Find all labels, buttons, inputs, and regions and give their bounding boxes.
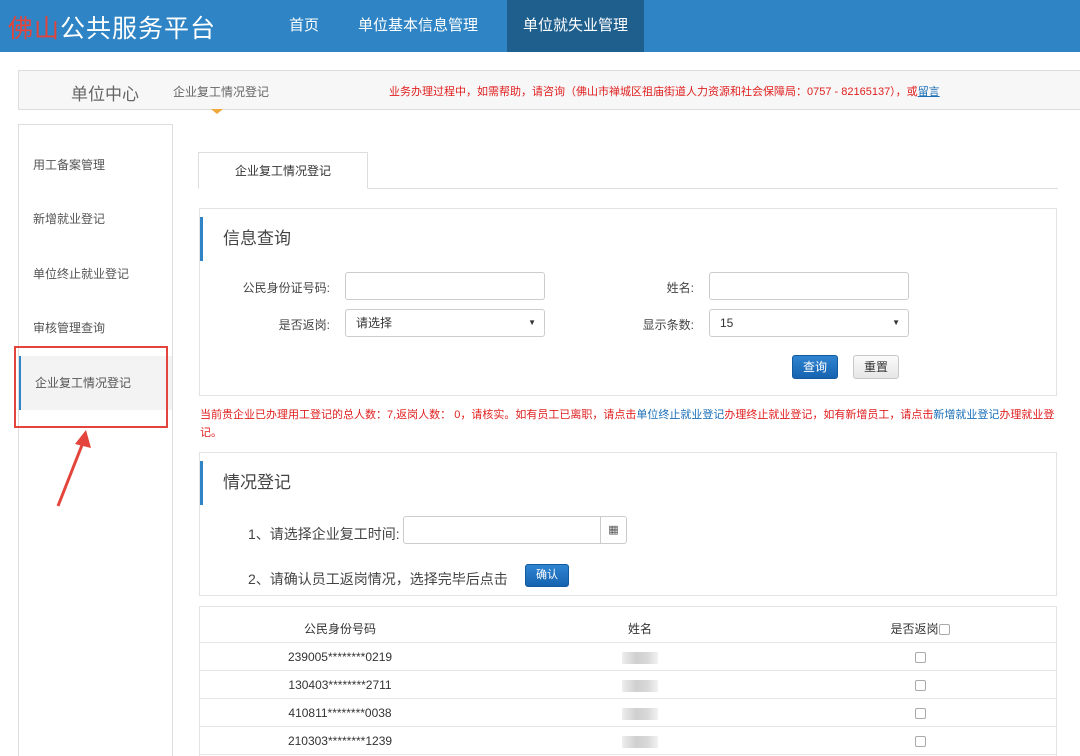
annotation-arrow-icon bbox=[56, 430, 91, 507]
dropdown-caret-icon: ▼ bbox=[892, 318, 900, 327]
employee-table: 公民身份号码 姓名 是否返岗 239005********0219 130403… bbox=[199, 606, 1057, 756]
redacted-name-image bbox=[622, 679, 658, 692]
table-row: 410811********0038 bbox=[200, 699, 1056, 727]
rows-per-page-label: 显示条数: bbox=[642, 318, 694, 332]
query-panel-title: 信息查询 bbox=[200, 217, 291, 261]
cell-returned bbox=[820, 643, 1020, 671]
help-notice-text: 业务办理过程中，如需帮助，请咨询（佛山市禅城区祖庙街道人力资源和社会保障局：07… bbox=[389, 86, 918, 98]
cell-id-number: 130403********2711 bbox=[288, 678, 392, 692]
name-input[interactable] bbox=[709, 272, 909, 300]
notice-text-2: 办理终止就业登记，如有新增员工，请点击 bbox=[724, 409, 934, 421]
calendar-icon[interactable]: ▦ bbox=[600, 517, 626, 543]
redacted-name-image bbox=[622, 735, 658, 748]
column-header-id: 公民身份号码 bbox=[303, 622, 376, 636]
sidebar-item-new-employment[interactable]: 新增就业登记 bbox=[19, 192, 172, 246]
query-panel: 信息查询 公民身份证号码: 姓名: 是否返岗: 请选择 ▼ 显示条数: 15 ▼… bbox=[199, 208, 1057, 396]
table-header-row: 公民身份号码 姓名 是否返岗 bbox=[200, 615, 1056, 643]
returned-checkbox[interactable] bbox=[914, 680, 926, 692]
help-notice: 业务办理过程中，如需帮助，请咨询（佛山市禅城区祖庙街道人力资源和社会保障局：07… bbox=[389, 83, 940, 99]
return-status-selected: 请选择 bbox=[356, 316, 393, 330]
page-section-title: 单位中心 bbox=[71, 85, 139, 104]
column-header-returned: 是否返岗 bbox=[820, 615, 1020, 643]
rows-per-page-select[interactable]: 15 ▼ bbox=[709, 309, 909, 337]
column-header-returned-label: 是否返岗 bbox=[890, 622, 939, 636]
step-2-label: 2、请确认员工返岗情况，选择完毕后点击 bbox=[248, 571, 508, 587]
return-status-select[interactable]: 请选择 ▼ bbox=[345, 309, 545, 337]
sidebar-item-employment-filing[interactable]: 用工备案管理 bbox=[19, 138, 172, 192]
redacted-name-image bbox=[622, 707, 658, 720]
table-row: 210303********1239 bbox=[200, 727, 1056, 755]
returned-checkbox[interactable] bbox=[914, 708, 926, 720]
nav-item-unit-info[interactable]: 单位基本信息管理 bbox=[342, 0, 494, 52]
sidebar-item-terminate-employment[interactable]: 单位终止就业登记 bbox=[19, 247, 172, 301]
table-row: 130403********2711 bbox=[200, 671, 1056, 699]
site-logo[interactable]: 佛山公共服务平台 bbox=[8, 9, 216, 45]
registration-panel: 情况登记 1、请选择企业复工时间: 2、请确认员工返岗情况，选择完毕后点击 确认 bbox=[199, 452, 1057, 596]
logo-text: 公共服务平台 bbox=[60, 15, 217, 43]
cell-returned bbox=[820, 727, 1020, 755]
header-strip: 单位中心 企业复工情况登记 业务办理过程中，如需帮助，请咨询（佛山市禅城区祖庙街… bbox=[18, 70, 1080, 114]
cell-name-redacted bbox=[540, 699, 740, 727]
table-row: 239005********0219 bbox=[200, 643, 1056, 671]
cell-id-number: 410811********0038 bbox=[288, 706, 392, 720]
annotation-highlight-box bbox=[14, 346, 168, 428]
leave-message-link[interactable]: 留言 bbox=[918, 86, 940, 98]
employee-count-notice: 当前贵企业已办理用工登记的总人数：7,返岗人数： 0，请核实。如有员工已离职，请… bbox=[200, 406, 1058, 442]
breadcrumb[interactable]: 企业复工情况登记 bbox=[173, 83, 269, 100]
new-employment-link[interactable]: 新增就业登记 bbox=[933, 409, 999, 421]
breadcrumb-pointer-icon bbox=[211, 109, 223, 114]
name-label: 姓名: bbox=[666, 281, 694, 295]
reset-button[interactable]: 重置 bbox=[853, 355, 900, 379]
search-button[interactable]: 查询 bbox=[792, 355, 839, 379]
nav-item-employment[interactable]: 单位就失业管理 bbox=[507, 0, 645, 52]
cell-returned bbox=[820, 699, 1020, 727]
id-number-input[interactable] bbox=[345, 272, 545, 300]
registration-panel-title: 情况登记 bbox=[200, 461, 291, 505]
cell-returned bbox=[820, 671, 1020, 699]
cell-id-number: 239005********0219 bbox=[287, 650, 393, 664]
id-number-label: 公民身份证号码: bbox=[242, 281, 330, 295]
logo-city: 佛山 bbox=[8, 15, 61, 43]
nav-item-home[interactable]: 首页 bbox=[273, 0, 335, 52]
dropdown-caret-icon: ▼ bbox=[528, 318, 536, 327]
returned-checkbox[interactable] bbox=[914, 652, 926, 664]
column-header-name: 姓名 bbox=[627, 622, 652, 636]
step-1-label: 1、请选择企业复工时间: bbox=[248, 526, 400, 542]
cell-id-number: 210303********1239 bbox=[287, 734, 393, 748]
redacted-name-image bbox=[622, 651, 658, 664]
select-all-checkbox[interactable] bbox=[938, 624, 950, 636]
return-status-label: 是否返岗: bbox=[278, 318, 330, 332]
confirm-button[interactable]: 确认 bbox=[525, 564, 569, 587]
cell-name-redacted bbox=[540, 643, 740, 671]
terminate-employment-link[interactable]: 单位终止就业登记 bbox=[636, 409, 724, 421]
tab-resumption-registration[interactable]: 企业复工情况登记 bbox=[198, 152, 368, 189]
cell-name-redacted bbox=[540, 671, 740, 699]
top-nav-bar: 佛山公共服务平台 首页 单位基本信息管理 单位就失业管理 bbox=[0, 0, 1080, 52]
cell-name-redacted bbox=[540, 727, 740, 755]
notice-text-1: 当前贵企业已办理用工登记的总人数：7,返岗人数： 0，请核实。如有员工已离职，请… bbox=[200, 409, 637, 421]
returned-checkbox[interactable] bbox=[914, 736, 926, 748]
resumption-date-input[interactable]: ▦ bbox=[403, 516, 627, 544]
rows-per-page-selected: 15 bbox=[720, 316, 734, 330]
